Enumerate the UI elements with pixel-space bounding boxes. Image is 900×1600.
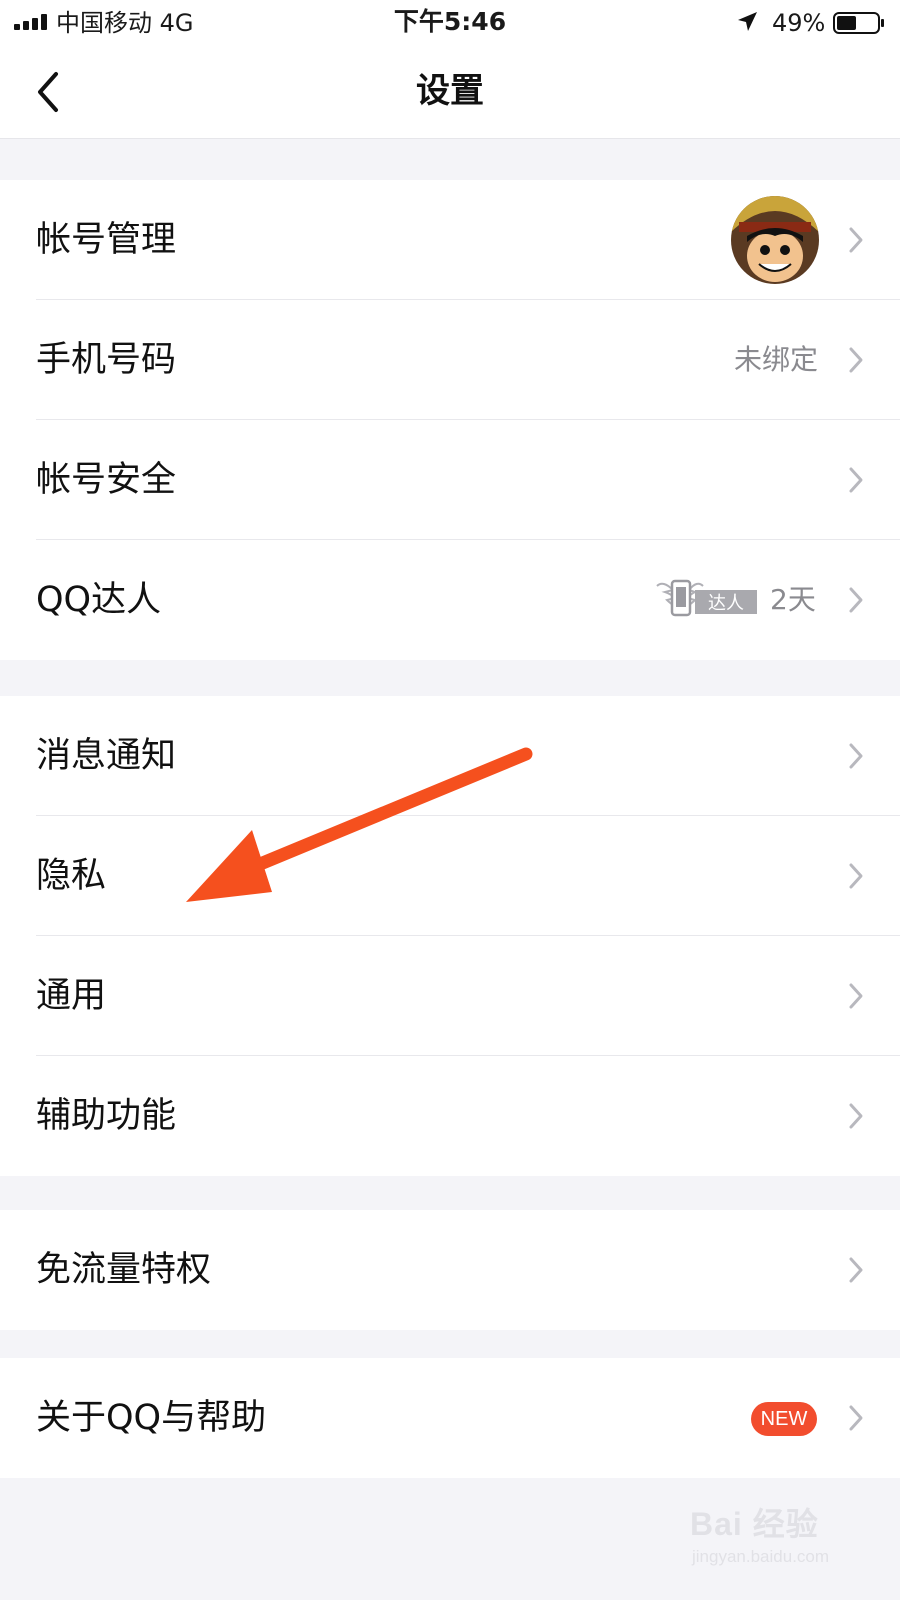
status-bar: 中国移动 4G 下午5:46 49% [0,0,900,46]
chevron-right-icon [849,1103,863,1129]
chevron-right-icon [849,467,863,493]
chevron-right-icon [849,1405,863,1431]
row-phone-number[interactable]: 手机号码 未绑定 [0,300,900,420]
new-badge: NEW [751,1402,817,1436]
settings-group-about: 关于QQ与帮助 NEW [0,1358,900,1478]
chevron-right-icon [849,587,863,613]
row-label: 免流量特权 [36,1250,212,1290]
chevron-right-icon [849,227,863,253]
row-label: 手机号码 [36,340,177,380]
row-privacy[interactable]: 隐私 [0,816,900,936]
battery-percent: 49% [772,9,826,37]
chevron-right-icon [849,743,863,769]
qq-expert-badge-text: 达人 [708,593,744,614]
chevron-right-icon [849,347,863,373]
row-label: 帐号安全 [36,460,177,500]
qq-expert-badge-icon: 达人 [656,579,757,617]
row-notifications[interactable]: 消息通知 [0,696,900,816]
row-label: QQ达人 [36,580,162,620]
row-account-security[interactable]: 帐号安全 [0,420,900,540]
clock: 下午5:46 [393,7,507,36]
chevron-right-icon [849,1257,863,1283]
chevron-right-icon [849,983,863,1009]
row-label: 帐号管理 [36,220,177,260]
location-arrow-icon [738,12,757,31]
watermark-brand: Bai 经验 [690,1506,819,1542]
row-label: 隐私 [36,856,107,896]
settings-group-general: 消息通知 隐私 通用 辅助功能 [0,696,900,1176]
row-about-qq-help[interactable]: 关于QQ与帮助 NEW [0,1358,900,1478]
row-label: 消息通知 [36,736,177,776]
battery-icon [833,12,884,34]
avatar [731,196,819,284]
page-title: 设置 [416,71,484,111]
row-label: 关于QQ与帮助 [36,1398,267,1438]
row-label: 通用 [36,976,107,1016]
row-qq-expert[interactable]: QQ达人 达人 2天 [0,540,900,660]
baidu-watermark: Bai 经验 jingyan.baidu.com [690,1500,870,1580]
settings-group-account: 帐号管理 手机号码 未绑定 帐号安全 QQ达人 达人 2天 [0,180,900,660]
row-value: 未绑定 [733,343,818,376]
row-general[interactable]: 通用 [0,936,900,1056]
row-label: 辅助功能 [36,1096,177,1136]
row-value: 2天 [770,583,816,616]
row-accessibility[interactable]: 辅助功能 [0,1056,900,1176]
navigation-bar: 设置 [0,46,900,139]
row-account-management[interactable]: 帐号管理 [0,180,900,300]
watermark-url: jingyan.baidu.com [692,1547,830,1566]
chevron-right-icon [849,863,863,889]
settings-group-data: 免流量特权 [0,1210,900,1330]
row-free-data-privilege[interactable]: 免流量特权 [0,1210,900,1330]
